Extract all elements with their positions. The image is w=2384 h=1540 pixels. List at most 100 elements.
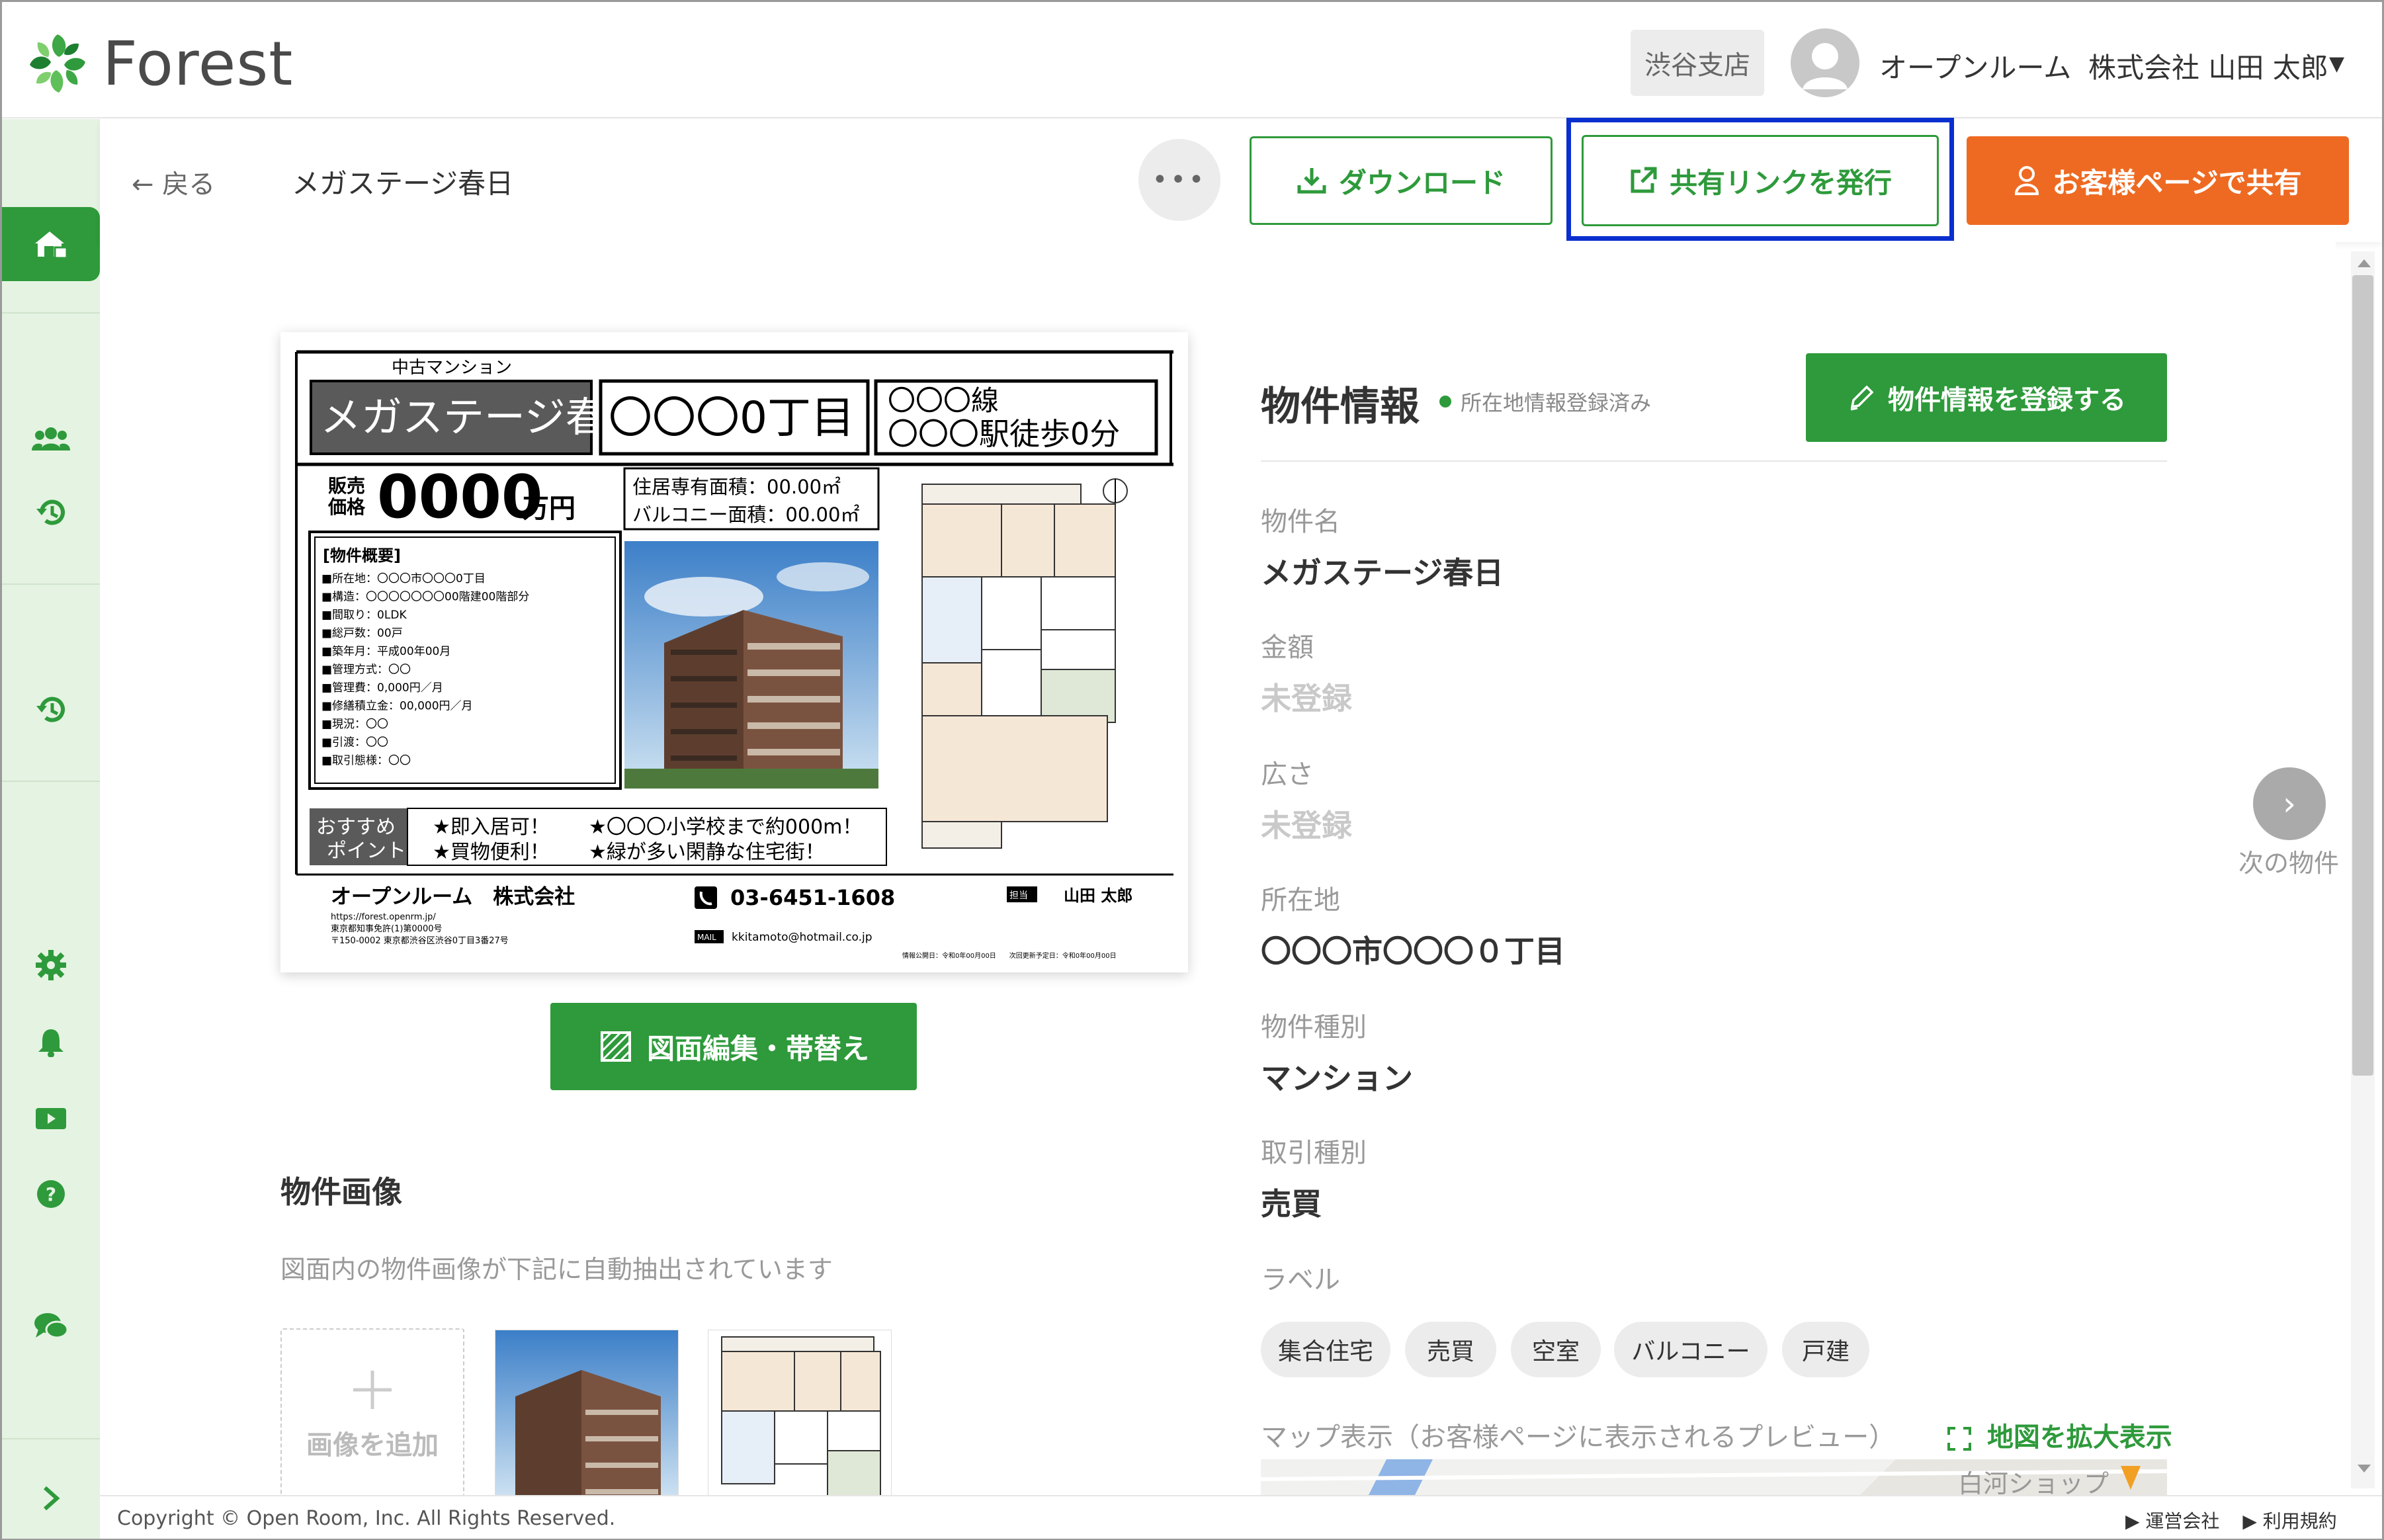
download-button[interactable]: ダウンロード <box>1250 136 1553 225</box>
flyer-area: 住居専有面積：00.00㎡ <box>632 476 841 498</box>
rec-label-2: ポイント <box>327 839 406 863</box>
add-image-label: 画像を追加 <box>306 1430 439 1461</box>
page-title: メガステージ春日 <box>292 167 514 200</box>
sidebar-item-video[interactable] <box>2 1095 100 1142</box>
map-section-label: マップ表示（お客様ページに表示されるプレビュー） <box>1261 1422 1896 1453</box>
sidebar-divider <box>2 781 100 782</box>
sidebar-divider <box>2 312 100 314</box>
users-icon <box>32 427 70 450</box>
summary-line: ■総戸数：00戸 <box>321 627 403 640</box>
more-options-button[interactable]: ••• <box>1138 139 1220 221</box>
summary-line: ■引渡：〇〇 <box>321 736 388 749</box>
company-link[interactable]: ▶ 運営会社 <box>2125 1510 2219 1532</box>
flyer-balcony: バルコニー面積：00.00㎡ <box>632 503 859 526</box>
person-icon <box>2015 166 2039 195</box>
flyer-station: 〇〇〇駅徒歩0分 <box>888 416 1120 452</box>
flyer-category: 中古マンション <box>392 358 512 378</box>
price-label-2: 価格 <box>327 496 366 518</box>
user-company[interactable]: オープンルーム <box>1879 46 2071 86</box>
download-label: ダウンロード <box>1338 166 1506 199</box>
images-section-subtitle: 図面内の物件画像が下記に自動抽出されています <box>280 1255 833 1284</box>
summary-line: ■築年月：平成00年00月 <box>321 645 450 658</box>
scroll-down-icon[interactable] <box>2352 1459 2376 1479</box>
tag-chip[interactable]: 集合住宅 <box>1261 1322 1390 1377</box>
tag-chip[interactable]: 戸建 <box>1782 1322 1869 1377</box>
field-value-name: メガステージ春日 <box>1261 555 1504 591</box>
sidebar-divider <box>2 1438 100 1439</box>
field-label-property-type: 物件種別 <box>1261 1012 1367 1043</box>
next-property-label[interactable]: 次の物件 <box>2238 843 2339 879</box>
building-photo <box>624 541 878 789</box>
avatar-icon <box>1791 28 1859 97</box>
summary-line: ■所在地：〇〇〇市〇〇〇0丁目 <box>321 572 486 585</box>
sidebar-item-history[interactable] <box>2 490 100 536</box>
history-icon <box>36 499 65 525</box>
sidebar-item-help[interactable]: ? <box>2 1171 100 1217</box>
forest-logo-icon <box>30 34 85 93</box>
location-status-text: 所在地情報登録済み <box>1461 390 1652 415</box>
sidebar-item-notifications[interactable] <box>2 1019 100 1065</box>
scroll-up-icon[interactable] <box>2352 253 2376 273</box>
summary-title: [物件概要] <box>323 546 401 565</box>
scrollbar-thumb[interactable] <box>2352 275 2373 1076</box>
flyer-mail: kkitamoto@hotmail.co.jp <box>732 931 873 944</box>
sidebar: ? <box>2 119 100 1539</box>
back-link[interactable]: ← 戻る <box>132 163 215 201</box>
map-zoom-link[interactable]: 地図を拡大表示 <box>1946 1416 2172 1454</box>
edit-floorplan-button[interactable]: 図面編集・帯替え <box>550 1003 917 1090</box>
summary-line: ■修繕積立金：00,000円／月 <box>321 700 473 713</box>
tag-chip[interactable]: バルコニー <box>1614 1322 1767 1377</box>
sidebar-item-history-2[interactable] <box>2 687 100 733</box>
next-property-button[interactable]: › <box>2253 767 2326 840</box>
field-value-property-type: マンション <box>1261 1060 1413 1096</box>
sidebar-item-customers[interactable] <box>2 415 100 462</box>
status-dot-icon <box>1439 396 1451 407</box>
phone-icon <box>695 886 717 909</box>
map-zoom-label: 地図を拡大表示 <box>1986 1422 2172 1453</box>
top-header: Forest 渋谷支店 オープンルーム 株式会社 山田 太郎 ▼ <box>2 2 2382 118</box>
footer-links: ▶ 運営会社 ▶ 利用規約 <box>2125 1507 2337 1533</box>
sidebar-item-chat[interactable] <box>2 1303 100 1349</box>
mail-label: MAIL <box>697 933 716 942</box>
floorplan-thumbnail[interactable] <box>708 1330 892 1499</box>
sidebar-expand-button[interactable] <box>2 1475 100 1521</box>
download-icon <box>1297 168 1326 194</box>
images-section-title: 物件画像 <box>280 1174 402 1210</box>
flyer-image: 中古マンション メガステージ春日 〇〇〇0丁目 〇〇〇線 〇〇〇駅徒歩0分 販売… <box>280 332 1188 972</box>
summary-line: ■間取り：0LDK <box>321 609 407 622</box>
user-avatar[interactable] <box>1791 28 1859 97</box>
flyer-license: 東京都知事免許(1)第0000号 <box>331 923 443 934</box>
share-customer-page-button[interactable]: お客様ページで共有 <box>1967 136 2349 225</box>
chevron-down-icon[interactable]: ▼ <box>2329 52 2344 75</box>
branch-badge[interactable]: 渋谷支店 <box>1631 30 1764 96</box>
flyer-price: 0000 <box>377 462 543 532</box>
bell-icon <box>38 1029 64 1057</box>
rec-label-1: おすすめ <box>316 816 396 839</box>
expand-icon <box>1947 1427 1971 1451</box>
tag-chip[interactable]: 売買 <box>1405 1322 1496 1377</box>
summary-line: ■管理費：0,000円／月 <box>321 681 443 695</box>
forest-logo[interactable]: Forest <box>24 27 293 100</box>
register-property-button[interactable]: 物件情報を登録する <box>1806 353 2167 442</box>
map-preview[interactable]: 白河ショップ <box>1261 1459 2167 1499</box>
field-value-location: 〇〇〇市〇〇〇０丁目 <box>1261 933 1565 969</box>
add-image-button[interactable]: 画像を追加 <box>280 1328 464 1500</box>
price-label-1: 販売 <box>328 475 365 497</box>
building-thumbnail[interactable] <box>495 1330 679 1499</box>
contact-label: 担当 <box>1009 890 1028 901</box>
terms-link[interactable]: ▶ 利用規約 <box>2242 1510 2336 1532</box>
flyer-fine-print: 情報公開日：令和0年00月00日 次回更新予定日：令和0年00月00日 <box>902 951 1117 960</box>
copyright: Copyright © Open Room, Inc. All Rights R… <box>117 1507 616 1530</box>
sidebar-item-home[interactable] <box>2 207 100 281</box>
chevron-right-icon <box>44 1486 60 1511</box>
edit-drawing-icon <box>600 1031 631 1062</box>
sidebar-item-settings[interactable] <box>2 942 100 988</box>
plus-icon <box>353 1371 392 1409</box>
pencil-icon <box>1850 385 1874 411</box>
field-label-area: 広さ <box>1261 759 1314 790</box>
user-name[interactable]: 株式会社 山田 太郎 <box>2088 46 2328 86</box>
tag-chip[interactable]: 空室 <box>1511 1322 1601 1377</box>
chat-icon <box>34 1313 69 1339</box>
property-flyer[interactable]: 中古マンション メガステージ春日 〇〇〇0丁目 〇〇〇線 〇〇〇駅徒歩0分 販売… <box>280 332 1188 972</box>
summary-line: ■現況：〇〇 <box>321 718 388 731</box>
